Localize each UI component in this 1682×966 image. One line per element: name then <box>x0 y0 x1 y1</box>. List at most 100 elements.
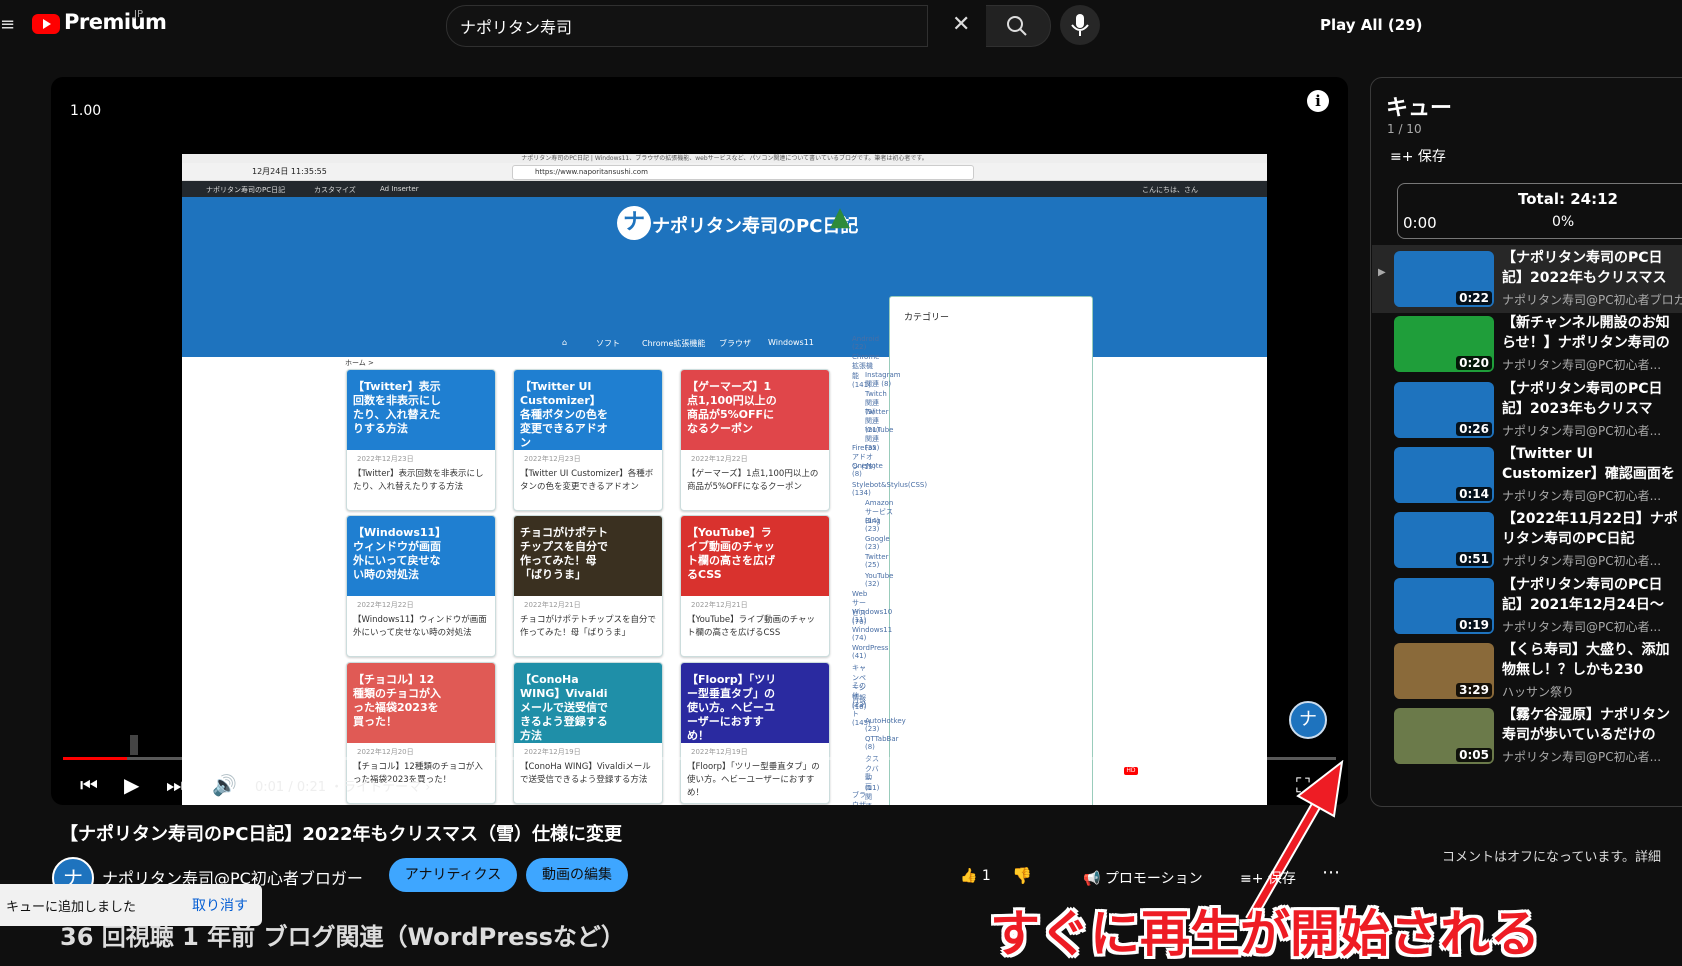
comments-off-notice: コメントはオフになっています。詳細 <box>1442 850 1662 865</box>
search-icon <box>1007 16 1027 36</box>
article-card: 【Floorp】「ツリー型垂直タブ」の使い方。ヘビーユーザーにおすすめ！ 2022… <box>680 662 830 804</box>
category-item: Windows11 (74) <box>852 626 893 643</box>
queue-duration: 3:29 <box>1456 682 1492 697</box>
site-title: ナポリタン寿司のPC日記 <box>652 216 859 237</box>
article-thumbnail: 【YouTube】ライブ動画のチャット欄の高さを広げるCSS <box>681 516 829 596</box>
article-thumb-title: 【チョコル】12種類のチョコが入った福袋2023を買った！ <box>353 673 441 728</box>
more-actions-icon[interactable]: ⋯ <box>1322 862 1340 883</box>
time-value: 0:01 / 0:21 <box>255 780 327 795</box>
queue-item-channel[interactable]: ナポリタン寿司@PC初心者... <box>1502 552 1682 569</box>
queue-item-channel[interactable]: ナポリタン寿司@PC初心者... <box>1502 618 1682 635</box>
clear-search-icon[interactable]: ✕ <box>952 12 970 37</box>
article-caption: 【Floorp】「ツリー型垂直タブ」の使い方。ヘビーユーザーにおすすめ！ <box>687 762 820 798</box>
category-item: ブラウザ (120) <box>852 791 866 805</box>
queue-save-button[interactable]: ≡+ 保存 <box>1390 146 1446 166</box>
queue-thumbnail[interactable]: 0:05 <box>1394 708 1494 765</box>
christmas-tree-icon: ▲ <box>830 202 850 232</box>
queue-item-channel[interactable]: ナポリタン寿司@PC初心者... <box>1502 422 1682 439</box>
video-player[interactable]: ナポリタン寿司のPC日記 | Windows11、ブラウザの拡張機能、webサー… <box>51 77 1348 805</box>
queue-duration: 0:22 <box>1456 291 1492 305</box>
site-menu-item: Windows11 <box>768 338 814 347</box>
toast-message: キューに追加しました <box>6 900 137 915</box>
search-input[interactable]: ナポリタン寿司 <box>460 14 572 38</box>
play-all-button[interactable]: Play All (29) <box>1320 16 1423 34</box>
info-icon[interactable]: i <box>1307 90 1329 112</box>
article-date: 2022年12月20日 <box>357 748 414 756</box>
queue-item-title[interactable]: 【くら寿司】大盛り、添加物無し！？しかも230円！... <box>1502 640 1682 680</box>
article-date: 2022年12月21日 <box>524 601 581 609</box>
queue-duration: 0:19 <box>1456 617 1492 632</box>
previous-icon[interactable]: ⏮ <box>80 773 98 797</box>
article-caption: 【YouTube】ライブ動画のチャット欄の高さを広げるCSS <box>687 615 815 638</box>
admin-item-customize: カスタマイズ <box>314 186 356 194</box>
queue-duration: 0:20 <box>1456 356 1492 371</box>
wp-admin-bar: ナポリタン寿司のPC日記 カスタマイズ Ad Inserter こんにちは、さん <box>182 181 1267 197</box>
total-start-time: 0:00 <box>1403 214 1437 232</box>
queue-thumbnail[interactable]: 0:26 <box>1394 381 1494 438</box>
queue-thumbnail[interactable]: 0:20 <box>1394 316 1494 373</box>
miniplayer-icon[interactable]: ⧉ <box>1148 773 1162 797</box>
queue-item-title[interactable]: 【霧ケ谷湿原】ナポリタン寿司が歩いているだけの動... <box>1502 705 1682 745</box>
settings-icon[interactable]: ⚙ <box>1100 773 1118 797</box>
browser-tab-title: ナポリタン寿司のPC日記 | Windows11、ブラウザの拡張機能、webサー… <box>182 154 1267 163</box>
undo-button[interactable]: 取り消す <box>192 895 248 915</box>
analytics-button[interactable]: アナリティクス <box>389 858 517 892</box>
article-card: 【ゲーマーズ】1点1,100円以上の商品が5%OFFになるクーポン 2022年12… <box>680 369 830 511</box>
promotion-button[interactable]: 📢 プロモーション <box>1083 868 1203 888</box>
playlist-add-icon: ≡+ <box>1390 149 1414 165</box>
site-logo-icon: ナ <box>617 206 651 240</box>
article-caption: 【Windows11】ウィンドウが画面外にいって戻せない時の対処法 <box>353 615 487 638</box>
article-caption: 【Twitter】表示回数を非表示にしたり、入れ替えたりする方法 <box>353 469 484 492</box>
volume-icon[interactable]: 🔊 <box>212 773 237 797</box>
queue-thumbnail[interactable]: 0:19 <box>1394 577 1494 634</box>
save-button[interactable]: ≡+ 保存 <box>1240 868 1296 888</box>
next-icon[interactable]: ⏭ <box>166 773 184 797</box>
article-thumbnail: 【Windows11】ウィンドウが画面外にいって戻せない時の対処法 <box>347 516 495 596</box>
queue-item-title[interactable]: 【ナポリタン寿司のPC日記】2022年もクリスマス（雪）仕様に変更 <box>1502 248 1682 288</box>
queue-thumbnail[interactable]: 0:14 <box>1394 446 1494 503</box>
total-duration: Total: 24:12 <box>1518 190 1618 208</box>
article-thumb-title: 【Windows11】ウィンドウが画面外にいって戻せない時の対処法 <box>353 526 441 581</box>
hd-badge: HD <box>1124 767 1138 775</box>
queue-title: キュー <box>1386 96 1453 121</box>
queue-item-title[interactable]: 【新チャンネル開設のお知らせ！】ナポリタン寿司の自... <box>1502 313 1682 353</box>
queue-thumbnail[interactable]: 0:22 <box>1394 251 1494 307</box>
logo-text[interactable]: Premium <box>64 10 167 34</box>
queue-item-title[interactable]: 【ナポリタン寿司のPC日記】2023年もクリスマス... <box>1502 379 1682 419</box>
edit-video-button[interactable]: 動画の編集 <box>526 858 628 892</box>
scrubber-handle[interactable] <box>130 735 138 755</box>
queue-thumbnail[interactable]: 3:29 <box>1394 642 1494 699</box>
youtube-logo-icon[interactable] <box>32 14 60 34</box>
channel-watermark-icon[interactable]: ナ <box>1289 701 1327 739</box>
article-date: 2022年12月23日 <box>357 455 414 463</box>
queue-item-title[interactable]: 【2022年11月22日】ナポリタン寿司のPC日記 <box>1502 509 1682 549</box>
queue-thumbnail[interactable]: 0:51 <box>1394 512 1494 569</box>
queue-item-channel[interactable]: ナポリタン寿司@PC初心者... <box>1502 748 1682 765</box>
captions-icon[interactable]: ▭ <box>1052 773 1071 797</box>
menu-icon[interactable]: ≡ <box>0 14 15 35</box>
queue-item-channel[interactable]: ナポリタン寿司@PC初心者... <box>1502 356 1682 373</box>
article-thumbnail: 【Twitter】表示回数を非表示にしたり、入れ替えたりする方法 <box>347 370 495 450</box>
progress-bar[interactable] <box>63 757 1336 760</box>
admin-item-adinserter: Ad Inserter <box>380 185 419 193</box>
queue-item-channel[interactable]: ハッサン祭り <box>1502 683 1682 700</box>
article-card: 【ConoHa WING】Vivaldiメールで送受信できるよう登録する方法 20… <box>513 662 663 804</box>
search-button[interactable] <box>986 5 1051 47</box>
queue-item-channel[interactable]: ナポリタン寿司@PC初心者ブロガー <box>1502 291 1682 308</box>
article-card: 【Windows11】ウィンドウが画面外にいって戻せない時の対処法 2022年12… <box>346 515 496 657</box>
chapter-title[interactable]: ・ライトテーマ › <box>330 780 430 795</box>
thumbs-up-icon: 👍 <box>960 868 978 884</box>
progress-played <box>63 757 127 760</box>
browser-date: 12月24日 11:35:55 <box>252 167 327 176</box>
article-thumbnail: 【Twitter UI Customizer】各種ボタンの色を変更できるアドオン <box>514 370 662 450</box>
queue-item-title[interactable]: 【ナポリタン寿司のPC日記】2021年12月24日〜25... <box>1502 575 1682 615</box>
voice-search-button[interactable] <box>1060 5 1100 45</box>
article-card: 【Twitter】表示回数を非表示にしたり、入れ替えたりする方法 2022年12月… <box>346 369 496 511</box>
article-date: 2022年12月22日 <box>691 455 748 463</box>
queue-item-title[interactable]: 【Twitter UI Customizer】確認画面を表示させず、ブロ... <box>1502 444 1682 484</box>
queue-item-channel[interactable]: ナポリタン寿司@PC初心者... <box>1502 487 1682 504</box>
play-icon[interactable]: ▶ <box>124 773 139 797</box>
like-button[interactable]: 👍 1 <box>960 868 991 884</box>
thumbs-down-icon[interactable]: 👎 <box>1012 866 1032 885</box>
theater-mode-icon[interactable]: ▭ <box>1196 773 1215 797</box>
